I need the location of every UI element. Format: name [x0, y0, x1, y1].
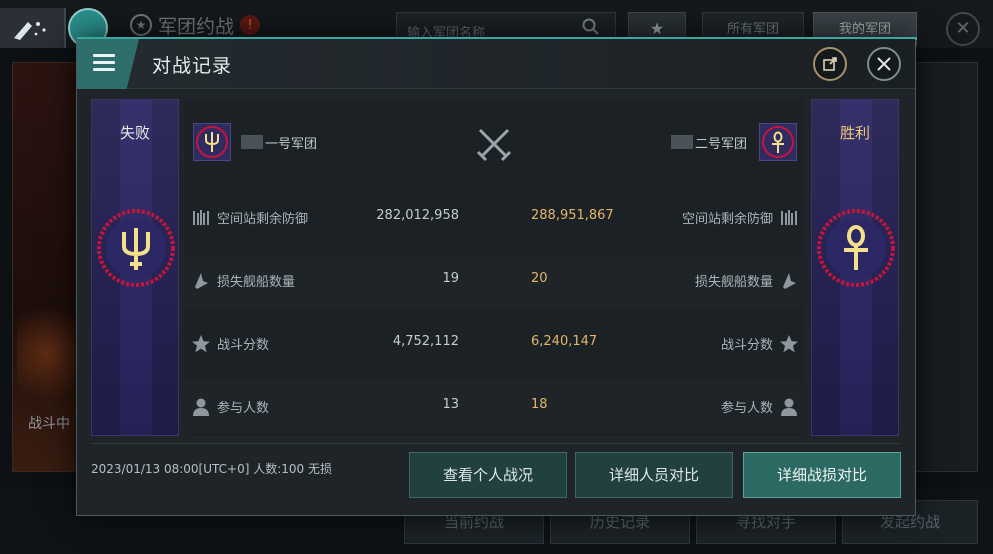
- dialog-title: 对战记录: [152, 55, 233, 77]
- stat-value-right: 6,240,147: [531, 334, 598, 349]
- share-icon: [823, 57, 837, 71]
- loss-comparison-button[interactable]: 详细战损对比: [743, 452, 901, 498]
- teams-row: 一号军团 二号军团: [185, 123, 803, 163]
- in-battle-label: 战斗中: [28, 416, 70, 432]
- star-icon: [192, 335, 210, 353]
- left-team-emblem: [193, 123, 231, 161]
- battle-stats: 一号军团 二号军团 空间站剩余防御 282,012,958 288,951,86…: [185, 99, 803, 436]
- battle-info-text: 2023/01/13 08:00[UTC+0] 人数:100 无损: [91, 462, 332, 476]
- right-team-emblem: [759, 123, 797, 161]
- stat-label-left: 空间站剩余防御: [217, 212, 309, 227]
- stat-label-left: 损失舰船数量: [217, 275, 296, 290]
- menu-icon: [93, 54, 115, 72]
- dialog-close-button[interactable]: [867, 47, 901, 81]
- defeat-banner: 失败: [91, 99, 179, 436]
- defeat-label: 失败: [119, 124, 150, 142]
- logo-badge: [0, 8, 66, 48]
- member-comparison-button[interactable]: 详细人员对比: [575, 452, 733, 498]
- victory-banner: 胜利: [811, 99, 899, 436]
- page-close-button[interactable]: ✕: [946, 12, 980, 46]
- left-team-tag: [241, 135, 263, 149]
- stat-row-ships-lost: 损失舰船数量 19 20 损失舰船数量: [185, 255, 803, 307]
- stat-label-left: 参与人数: [217, 401, 270, 416]
- stat-row-battle-score: 战斗分数 4,752,112 6,240,147 战斗分数: [185, 318, 803, 370]
- stat-value-right: 18: [531, 397, 548, 412]
- stat-label-right: 参与人数: [720, 401, 773, 416]
- person-icon: [193, 398, 209, 416]
- right-side-panel: [914, 62, 978, 472]
- stat-label-left: 战斗分数: [217, 338, 270, 353]
- station-icon: [781, 210, 797, 225]
- page-title-text: 军团约战: [158, 15, 235, 38]
- search-icon[interactable]: [582, 18, 600, 36]
- victory-label: 胜利: [839, 124, 870, 142]
- stat-value-right: 288,951,867: [531, 208, 614, 223]
- stat-row-participants: 参与人数 13 18 参与人数: [185, 381, 803, 433]
- trident-emblem-icon: [97, 209, 175, 287]
- crossed-swords-icon: [476, 128, 512, 162]
- ship-loss-icon: [783, 273, 796, 289]
- ship-loss-icon: [195, 273, 208, 289]
- dialog-menu-button[interactable]: [77, 39, 139, 89]
- battle-record-dialog: 对战记录 失败 胜利 一号军团 二号军团 空间站剩余防御 282,012,958…: [76, 37, 917, 516]
- close-icon: [877, 57, 891, 71]
- info-alert-icon[interactable]: !: [240, 15, 261, 35]
- star-icon: [780, 335, 798, 353]
- stat-label-right: 战斗分数: [720, 338, 773, 353]
- stat-row-station-defense: 空间站剩余防御 282,012,958 288,951,867 空间站剩余防御: [185, 192, 803, 244]
- person-icon: [781, 398, 797, 416]
- share-button[interactable]: [813, 47, 847, 81]
- stat-label-right: 损失舰船数量: [694, 275, 773, 290]
- battle-side-panel: [12, 62, 80, 472]
- view-personal-stats-button[interactable]: 查看个人战况: [409, 452, 567, 498]
- legion-star-icon: ★: [130, 14, 152, 36]
- dialog-header: 对战记录: [77, 39, 915, 89]
- ankh-emblem-icon: [817, 209, 895, 287]
- stat-value-right: 20: [531, 271, 548, 286]
- left-team-name: 一号军团: [265, 137, 318, 152]
- page-title: ★ 军团约战 !: [130, 12, 261, 38]
- station-icon: [193, 210, 209, 225]
- stat-value-left: 13: [442, 397, 459, 412]
- right-team-tag: [671, 135, 693, 149]
- stat-value-left: 19: [442, 271, 459, 286]
- stat-value-left: 4,752,112: [392, 334, 459, 349]
- right-team-name: 二号军团: [695, 137, 748, 152]
- footer-divider: [91, 443, 899, 444]
- stat-label-right: 空间站剩余防御: [681, 212, 773, 227]
- stat-value-left: 282,012,958: [376, 208, 459, 223]
